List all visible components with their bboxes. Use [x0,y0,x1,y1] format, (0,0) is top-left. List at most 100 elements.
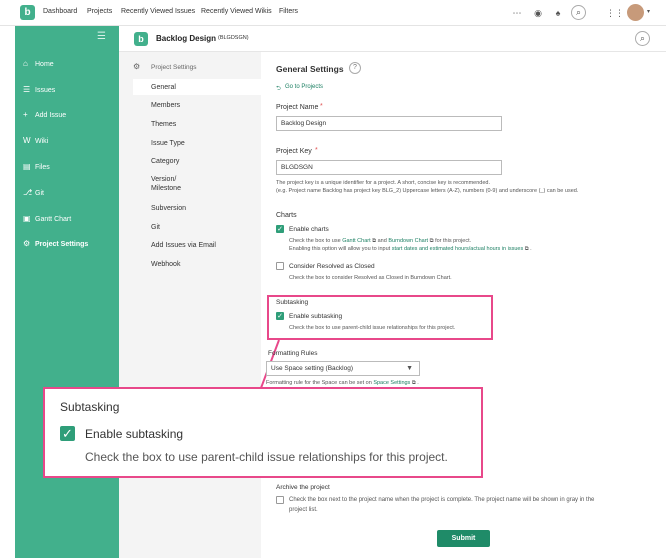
project-key-label: Project Key [276,148,312,155]
sidebar-item-label: Issues [35,87,56,94]
formatting-select-value: Use Space setting (Backlog) [271,365,354,372]
charts-help-2: Enabling this option will allow you to i… [289,246,532,253]
required-mark: * [315,147,318,154]
bell-icon[interactable]: ♠ [552,7,564,19]
settings-menu-milestone[interactable]: Milestone [151,184,181,193]
project-key-badge: (BLGDSGN) [218,35,249,41]
charts-help-suffix: for this project. [435,238,472,244]
sidebar-item-issues[interactable]: ☰ Issues [23,83,117,97]
issue-dates-link[interactable]: start dates and estimated hours/actual h… [392,246,523,252]
archive-checkbox[interactable] [276,496,284,504]
more-icon[interactable]: ⋯ [511,7,523,19]
sidebar-item-wiki[interactable]: W Wiki [23,134,117,148]
subtasking-help: Check the box to use parent-child issue … [289,325,456,331]
formatting-select[interactable]: Use Space setting (Backlog) ▼ [266,361,420,376]
sidebar-item-git[interactable]: ⎇ Git [23,186,117,200]
space-settings-link[interactable]: Space Settings [373,380,410,386]
files-icon: ▤ [23,162,31,171]
sidebar-item-label: Add Issue [35,112,67,119]
sidebar-item-gantt-chart[interactable]: ▣ Gantt Chart [23,212,117,226]
settings-menu: ⚙ Project Settings General Members Theme… [119,52,261,558]
charts-heading: Charts [276,212,297,219]
home-icon: ⌂ [23,59,28,68]
enable-charts-checkbox[interactable]: ✓ [276,225,284,233]
enable-charts-label: Enable charts [289,226,329,233]
charts-help-text: Check the box to use [289,238,341,244]
settings-menu-members[interactable]: Members [151,101,180,110]
nav-recent-wikis[interactable]: Recently Viewed Wikis [201,8,272,15]
subtasking-zoom-callout: Subtasking ✓ Enable subtasking Check the… [43,387,483,478]
project-key-example: (e.g. Project name Backlog has project k… [276,188,579,194]
archive-help-2: project list. [289,507,318,513]
settings-menu-title: Project Settings [151,64,197,71]
sidebar-item-label: Gantt Chart [35,216,72,223]
project-name[interactable]: Backlog Design [156,34,216,43]
settings-menu-email[interactable]: Add Issues via Email [151,241,216,250]
zoom-subtasking-help: Check the box to use parent-child issue … [85,450,448,464]
settings-menu-category[interactable]: Category [151,157,179,166]
sidebar-item-label: Git [35,190,44,197]
settings-menu-general[interactable]: General [151,83,176,92]
formatting-help: Formatting rule for the Space can be set… [266,380,419,387]
sidebar-item-project-settings[interactable]: ⚙ Project Settings [23,237,117,251]
gantt-icon: ▣ [23,214,31,223]
settings-menu-git[interactable]: Git [151,223,160,232]
eye-icon[interactable]: ◉ [532,7,544,19]
page-title: General Settings [276,64,344,74]
burndown-chart-link[interactable]: Burndown Chart [388,238,428,244]
sidebar-item-add-issue[interactable]: + Add Issue [23,108,117,122]
sidebar-item-label: Files [35,164,50,171]
charts-help: Check the box to use Gantt Chart ⧉ and B… [289,238,471,245]
settings-menu-themes[interactable]: Themes [151,120,176,129]
sidebar-item-home[interactable]: ⌂ Home [23,57,117,71]
settings-menu-issue-type[interactable]: Issue Type [151,139,185,148]
external-link-icon: ⧉ . [523,246,532,252]
sidebar-item-files[interactable]: ▤ Files [23,160,117,174]
sidebar: ☰ ⌂ Home ☰ Issues + Add Issue W Wiki ▤ Files … [15,26,119,558]
backlog-logo[interactable]: b [20,5,35,20]
external-link-icon: ⧉ [370,238,378,244]
avatar[interactable] [627,4,644,21]
project-search-icon[interactable]: ⌕ [635,31,650,46]
nav-dashboard[interactable]: Dashboard [43,8,77,15]
settings-menu-subversion[interactable]: Subversion [151,204,186,213]
gantt-chart-link[interactable]: Gantt Chart [342,238,370,244]
external-link-icon: ⧉ . [410,380,419,386]
wiki-icon: W [23,136,31,145]
nav-recent-issues[interactable]: Recently Viewed Issues [121,8,195,15]
nav-filters[interactable]: Filters [279,8,298,15]
project-key-input[interactable]: BLGDSGN [276,160,502,175]
archive-heading: Archive the project [276,484,330,491]
consider-resolved-label: Consider Resolved as Closed [289,263,375,270]
settings-menu-version[interactable]: Version/ [151,175,176,184]
project-name-label: Project Name [276,104,319,111]
zoom-subtasking-heading: Subtasking [60,400,120,414]
chevron-down-icon[interactable]: ▾ [647,8,650,15]
gear-icon: ⚙ [133,62,141,71]
required-mark: * [320,103,323,110]
help-icon[interactable]: ? [349,62,361,74]
formatting-heading: Formatting Rules [268,350,318,357]
top-bar: b Dashboard Projects Recently Viewed Iss… [0,0,666,26]
zoom-enable-subtasking-checkbox[interactable]: ✓ [60,426,75,441]
gear-icon: ⚙ [23,239,31,248]
sidebar-item-label: Wiki [35,138,49,145]
plus-icon: + [23,110,28,119]
subtasking-heading: Subtasking [276,299,309,306]
submit-button[interactable]: Submit [437,530,490,547]
project-name-input[interactable]: Backlog Design [276,116,502,131]
formatting-help-text: Formatting rule for the Space can be set… [266,380,372,386]
enable-subtasking-checkbox[interactable]: ✓ [276,312,284,320]
consider-resolved-help: Check the box to consider Resolved as Cl… [289,275,452,281]
chevron-down-icon: ▼ [406,365,413,372]
sidebar-item-label: Home [35,61,54,68]
search-icon[interactable]: ⌕ [571,5,586,20]
go-to-projects-link[interactable]: Go to Projects [285,84,323,90]
charts-help-2-text: Enabling this option will allow you to i… [289,246,391,252]
consider-resolved-checkbox[interactable] [276,262,284,270]
menu-toggle-icon[interactable]: ☰ [97,31,106,42]
nav-projects[interactable]: Projects [87,8,112,15]
project-key-help: The project key is a unique identifier f… [276,180,490,186]
settings-menu-webhook[interactable]: Webhook [151,260,180,269]
apps-icon[interactable]: ⋮⋮ [606,7,624,19]
